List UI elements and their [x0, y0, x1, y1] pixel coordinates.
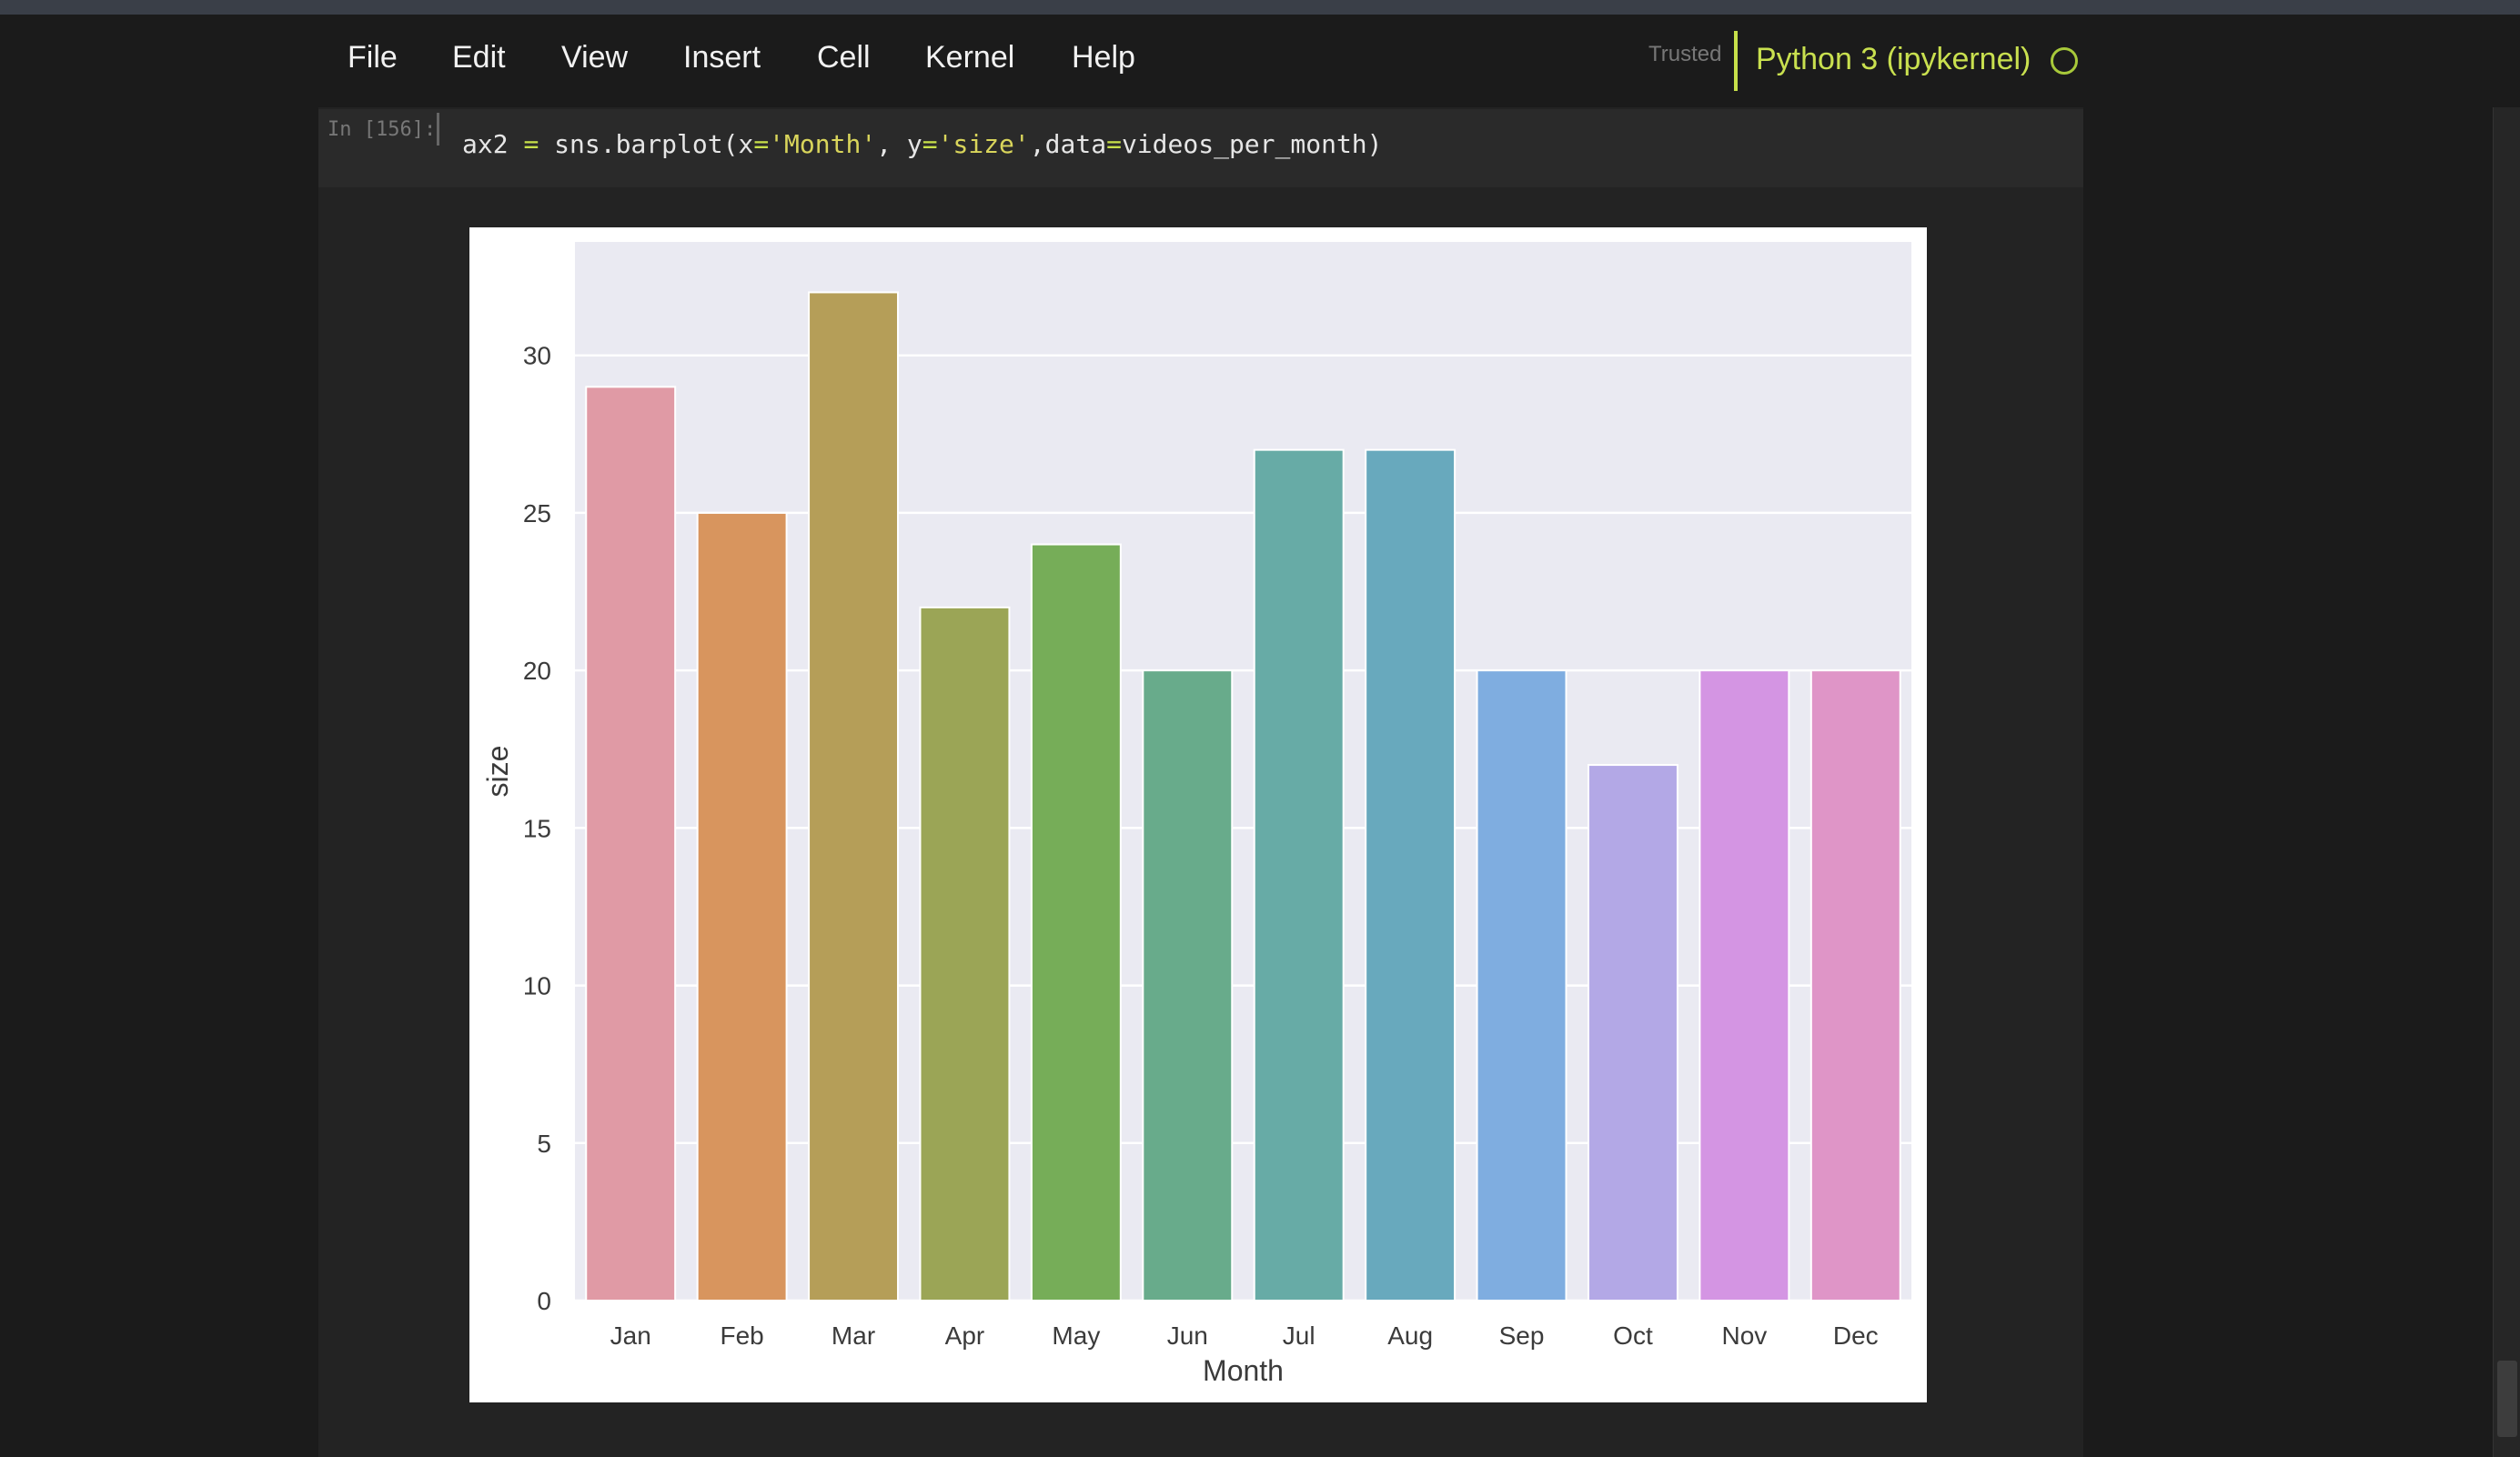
- bar-aug: [1365, 448, 1457, 1301]
- kernel-separator: [1734, 31, 1738, 91]
- bar-sep: [1476, 669, 1567, 1301]
- x-tick-label: Jul: [1283, 1321, 1315, 1350]
- y-tick-label: 30: [523, 342, 551, 370]
- menu-help[interactable]: Help: [1072, 40, 1135, 75]
- bar-dec: [1809, 669, 1901, 1301]
- bar-feb: [696, 511, 788, 1301]
- code-token: ax2: [462, 129, 524, 159]
- scrollbar-thumb[interactable]: [2497, 1361, 2517, 1437]
- code-token: ,data: [1029, 129, 1107, 159]
- cell-prompt: In [156]:: [328, 118, 437, 141]
- bar-apr: [919, 606, 1011, 1302]
- x-tick-label: Apr: [945, 1321, 985, 1350]
- code-token: sns.barplot(x: [539, 129, 754, 159]
- x-tick-label: Sep: [1499, 1321, 1545, 1350]
- menu-insert[interactable]: Insert: [683, 40, 761, 75]
- y-tick-label: 15: [523, 814, 551, 842]
- x-tick-label: Dec: [1833, 1321, 1879, 1350]
- y-tick-label: 20: [523, 657, 551, 685]
- vertical-scrollbar[interactable]: [2493, 107, 2520, 1457]
- menu-view[interactable]: View: [561, 40, 628, 75]
- y-tick-label: 0: [537, 1287, 551, 1315]
- code-token: videos_per_month): [1121, 129, 1383, 159]
- code-token: , y: [876, 129, 922, 159]
- bar-oct: [1587, 764, 1678, 1301]
- y-tick-label: 25: [523, 499, 551, 528]
- x-tick-label: Feb: [721, 1321, 764, 1350]
- x-tick-label: Mar: [832, 1321, 875, 1350]
- trusted-indicator[interactable]: Trusted: [1648, 42, 1721, 67]
- menu-kernel[interactable]: Kernel: [925, 40, 1014, 75]
- kernel-name[interactable]: Python 3 (ipykernel): [1756, 42, 2031, 77]
- code-string: 'Month': [769, 129, 877, 159]
- y-tick-label: 5: [537, 1130, 551, 1158]
- bar-jun: [1142, 669, 1234, 1301]
- left-margin: [0, 107, 318, 1457]
- bar-nov: [1698, 669, 1790, 1301]
- menu-file[interactable]: File: [348, 40, 398, 75]
- x-tick-label: Jan: [610, 1321, 651, 1350]
- y-axis-label: size: [481, 746, 514, 798]
- code-operator: =: [753, 129, 770, 159]
- x-tick-label: May: [1052, 1321, 1100, 1350]
- menu-edit[interactable]: Edit: [452, 40, 506, 75]
- bar-mar: [808, 291, 900, 1301]
- window-top-strip: [0, 0, 2520, 15]
- bar-jul: [1253, 448, 1345, 1301]
- code-editor[interactable]: ax2 = sns.barplot(x='Month', y='size',da…: [462, 129, 1383, 159]
- code-operator: =: [1106, 129, 1122, 159]
- bar-jan: [585, 386, 677, 1302]
- bar-chart: 0 5 10 15 20 25 30 Jan Feb Mar Apr May Jun Jul Aug Sep O…: [481, 242, 1911, 1387]
- y-tick-label: 10: [523, 972, 551, 1000]
- code-operator: =: [523, 129, 539, 159]
- menu-cell[interactable]: Cell: [817, 40, 871, 75]
- right-margin: [2083, 107, 2493, 1457]
- x-axis-label: Month: [1203, 1354, 1284, 1387]
- code-string: 'size': [937, 129, 1030, 159]
- code-operator: =: [922, 129, 938, 159]
- kernel-idle-icon: [2051, 47, 2078, 75]
- menu-bar: File Edit View Insert Cell Kernel Help T…: [0, 15, 2520, 109]
- x-tick-label: Jun: [1167, 1321, 1208, 1350]
- x-tick-label: Nov: [1721, 1321, 1767, 1350]
- x-tick-label: Aug: [1387, 1321, 1433, 1350]
- cell-prompt-bar: [437, 113, 439, 146]
- bar-chart-figure: 0 5 10 15 20 25 30 Jan Feb Mar Apr May Jun Jul Aug Sep O…: [469, 227, 1927, 1402]
- bar-may: [1030, 543, 1122, 1302]
- x-tick-label: Oct: [1613, 1321, 1653, 1350]
